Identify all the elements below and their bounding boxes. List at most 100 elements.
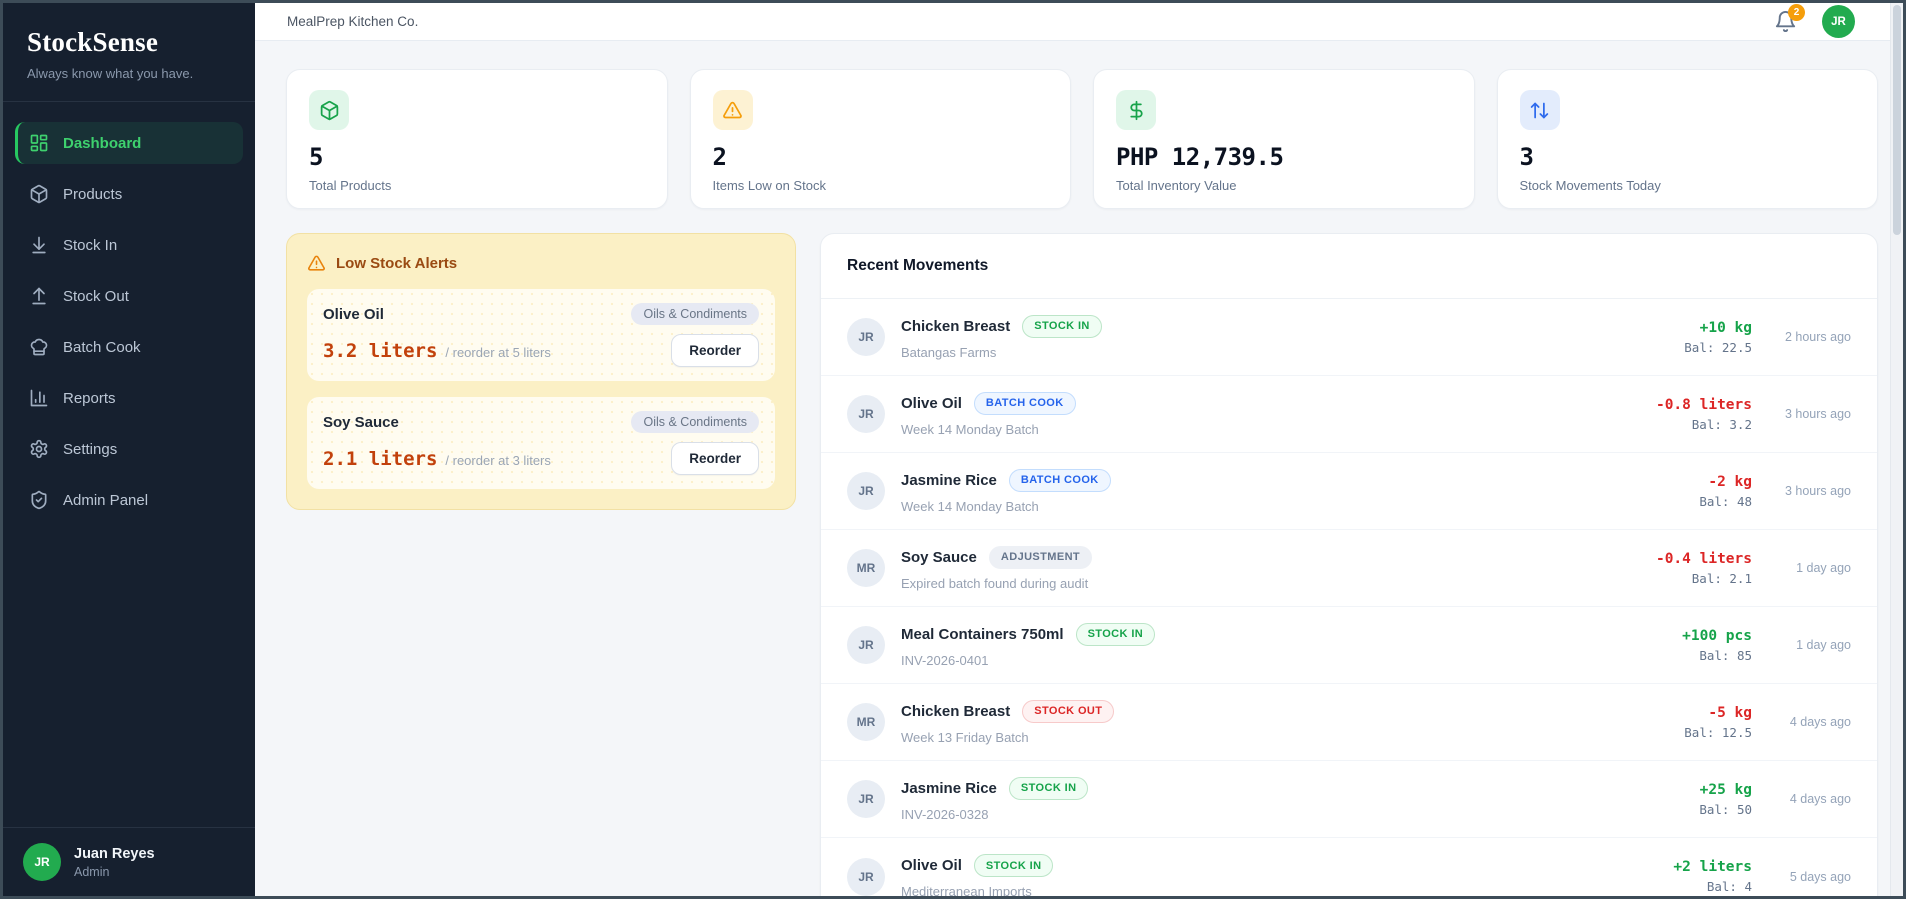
- sidebar-item-settings[interactable]: Settings: [15, 428, 243, 470]
- stat-value: PHP 12,739.5: [1116, 143, 1284, 171]
- movement-type-badge: STOCK IN: [973, 854, 1054, 877]
- movement-row: MR Chicken Breast STOCK OUT Week 13 Frid…: [821, 684, 1877, 761]
- movement-detail: INV-2026-0328: [901, 806, 989, 822]
- panel-title: Recent Movements: [847, 257, 989, 274]
- sidebar-user[interactable]: JR Juan Reyes Admin: [3, 827, 255, 896]
- package-icon: [29, 184, 49, 204]
- avatar: JR: [847, 472, 885, 510]
- sidebar-item-label: Stock In: [63, 236, 118, 254]
- sidebar-item-dashboard[interactable]: Dashboard: [15, 122, 243, 164]
- sidebar-item-reports[interactable]: Reports: [15, 377, 243, 419]
- sidebar-item-label: Settings: [63, 440, 118, 458]
- timestamp: 1 day ago: [1796, 638, 1851, 652]
- movement-row: JR Meal Containers 750ml STOCK IN INV-20…: [821, 607, 1877, 684]
- quantity-change: -0.4 liters: [1655, 550, 1752, 567]
- sidebar-item-label: Admin Panel: [63, 491, 149, 509]
- avatar[interactable]: JR: [1822, 5, 1855, 38]
- movement-detail: Batangas Farms: [901, 344, 997, 360]
- recent-movements-panel: Recent Movements JR Chicken Breast STOCK…: [820, 233, 1878, 896]
- product-name: Olive Oil: [323, 305, 384, 323]
- sidebar-item-label: Stock Out: [63, 287, 129, 305]
- sidebar-item-products[interactable]: Products: [15, 173, 243, 215]
- movement-detail: Week 14 Monday Batch: [901, 421, 1039, 437]
- gear-icon: [29, 439, 49, 459]
- warning-triangle-icon: [712, 90, 753, 130]
- dollar-icon: [1116, 90, 1156, 130]
- topbar: MealPrep Kitchen Co. 2 JR: [255, 3, 1903, 41]
- avatar: JR: [847, 857, 885, 896]
- product-name: Soy Sauce: [901, 548, 977, 566]
- timestamp: 3 hours ago: [1784, 407, 1851, 421]
- panel-title: Low Stock Alerts: [336, 255, 458, 272]
- chef-hat-icon: [29, 337, 49, 357]
- timestamp: 4 days ago: [1789, 792, 1851, 806]
- timestamp: 3 hours ago: [1784, 484, 1851, 498]
- reorder-button[interactable]: Reorder: [671, 442, 759, 475]
- movement-type-badge: BATCH COOK: [1008, 468, 1111, 492]
- stat-card-low-stock: 2 Items Low on Stock: [689, 69, 1071, 209]
- movement-detail: Mediterranean Imports: [901, 884, 1032, 896]
- balance: Bal: 48: [1699, 493, 1752, 509]
- category-badge: Oils & Condiments: [631, 303, 759, 325]
- balance: Bal: 4: [1706, 879, 1752, 894]
- notifications-button[interactable]: 2: [1774, 3, 1805, 34]
- stat-value: 3: [1519, 143, 1534, 171]
- quantity-change: -5 kg: [1708, 704, 1752, 721]
- sidebar-item-label: Products: [63, 185, 123, 203]
- reorder-button[interactable]: Reorder: [671, 334, 759, 367]
- product-name: Olive Oil: [901, 394, 962, 412]
- reorder-threshold: / reorder at 5 liters: [445, 344, 551, 360]
- shield-check-icon: [29, 490, 49, 510]
- quantity-change: +100 pcs: [1682, 627, 1752, 644]
- movement-row: JR Jasmine Rice STOCK IN INV-2026-0328 +…: [821, 761, 1877, 838]
- movement-detail: INV-2026-0401: [901, 652, 989, 668]
- stat-value: 2: [712, 143, 727, 171]
- movement-row: JR Jasmine Rice BATCH COOK Week 14 Monda…: [821, 453, 1877, 530]
- low-stock-item: Olive Oil Oils & Condiments 3.2 liters /…: [307, 289, 775, 381]
- product-name: Jasmine Rice: [901, 471, 997, 489]
- dashboard-icon: [29, 133, 49, 153]
- quantity-change: -0.8 liters: [1655, 396, 1752, 413]
- stat-label: Items Low on Stock: [712, 178, 826, 193]
- stat-label: Total Products: [309, 178, 392, 193]
- logo-block: StockSense Always know what you have.: [3, 3, 255, 102]
- sidebar-item-stock-in[interactable]: Stock In: [15, 224, 243, 266]
- timestamp: 2 hours ago: [1784, 330, 1851, 344]
- arrow-up-down-icon: [1519, 90, 1560, 130]
- current-quantity: 3.2 liters: [323, 339, 438, 362]
- movement-detail: Week 13 Friday Batch: [901, 729, 1029, 745]
- balance: Bal: 50: [1699, 801, 1752, 817]
- reorder-threshold: / reorder at 3 liters: [445, 452, 551, 468]
- timestamp: 1 day ago: [1796, 561, 1851, 575]
- sidebar-item-admin-panel[interactable]: Admin Panel: [15, 479, 243, 521]
- stat-card-inventory-value: PHP 12,739.5 Total Inventory Value: [1093, 69, 1475, 209]
- sidebar-item-batch-cook[interactable]: Batch Cook: [15, 326, 243, 368]
- sidebar: StockSense Always know what you have. Da…: [3, 3, 255, 896]
- movement-type-badge: ADJUSTMENT: [988, 545, 1093, 569]
- avatar: JR: [847, 395, 885, 433]
- stat-value: 5: [309, 143, 323, 171]
- balance: Bal: 3.2: [1691, 416, 1752, 432]
- product-name: Jasmine Rice: [901, 779, 997, 797]
- movement-type-badge: BATCH COOK: [973, 391, 1076, 415]
- avatar: JR: [847, 318, 885, 356]
- movement-row: MR Soy Sauce ADJUSTMENT Expired batch fo…: [821, 530, 1877, 607]
- stat-card-movements-today: 3 Stock Movements Today: [1496, 69, 1878, 209]
- movement-type-badge: STOCK OUT: [1022, 699, 1115, 723]
- timestamp: 4 days ago: [1789, 715, 1851, 729]
- quantity-change: +10 kg: [1699, 319, 1752, 336]
- scrollbar[interactable]: [1890, 3, 1903, 896]
- stat-label: Stock Movements Today: [1519, 178, 1661, 193]
- movement-row: JR Olive Oil BATCH COOK Week 14 Monday B…: [821, 376, 1877, 453]
- scrollbar-thumb[interactable]: [1893, 5, 1901, 235]
- warning-triangle-icon: [307, 254, 326, 273]
- balance: Bal: 85: [1699, 647, 1752, 663]
- main-content: 5 Total Products 2 Items Low on Stock PH…: [255, 41, 1903, 896]
- product-name: Soy Sauce: [323, 413, 399, 431]
- sidebar-item-stock-out[interactable]: Stock Out: [15, 275, 243, 317]
- product-name: Meal Containers 750ml: [901, 625, 1064, 643]
- product-name: Chicken Breast: [901, 317, 1011, 335]
- low-stock-item: Soy Sauce Oils & Condiments 2.1 liters /…: [307, 397, 775, 489]
- balance: Bal: 2.1: [1691, 570, 1752, 586]
- user-role: Admin: [74, 864, 110, 879]
